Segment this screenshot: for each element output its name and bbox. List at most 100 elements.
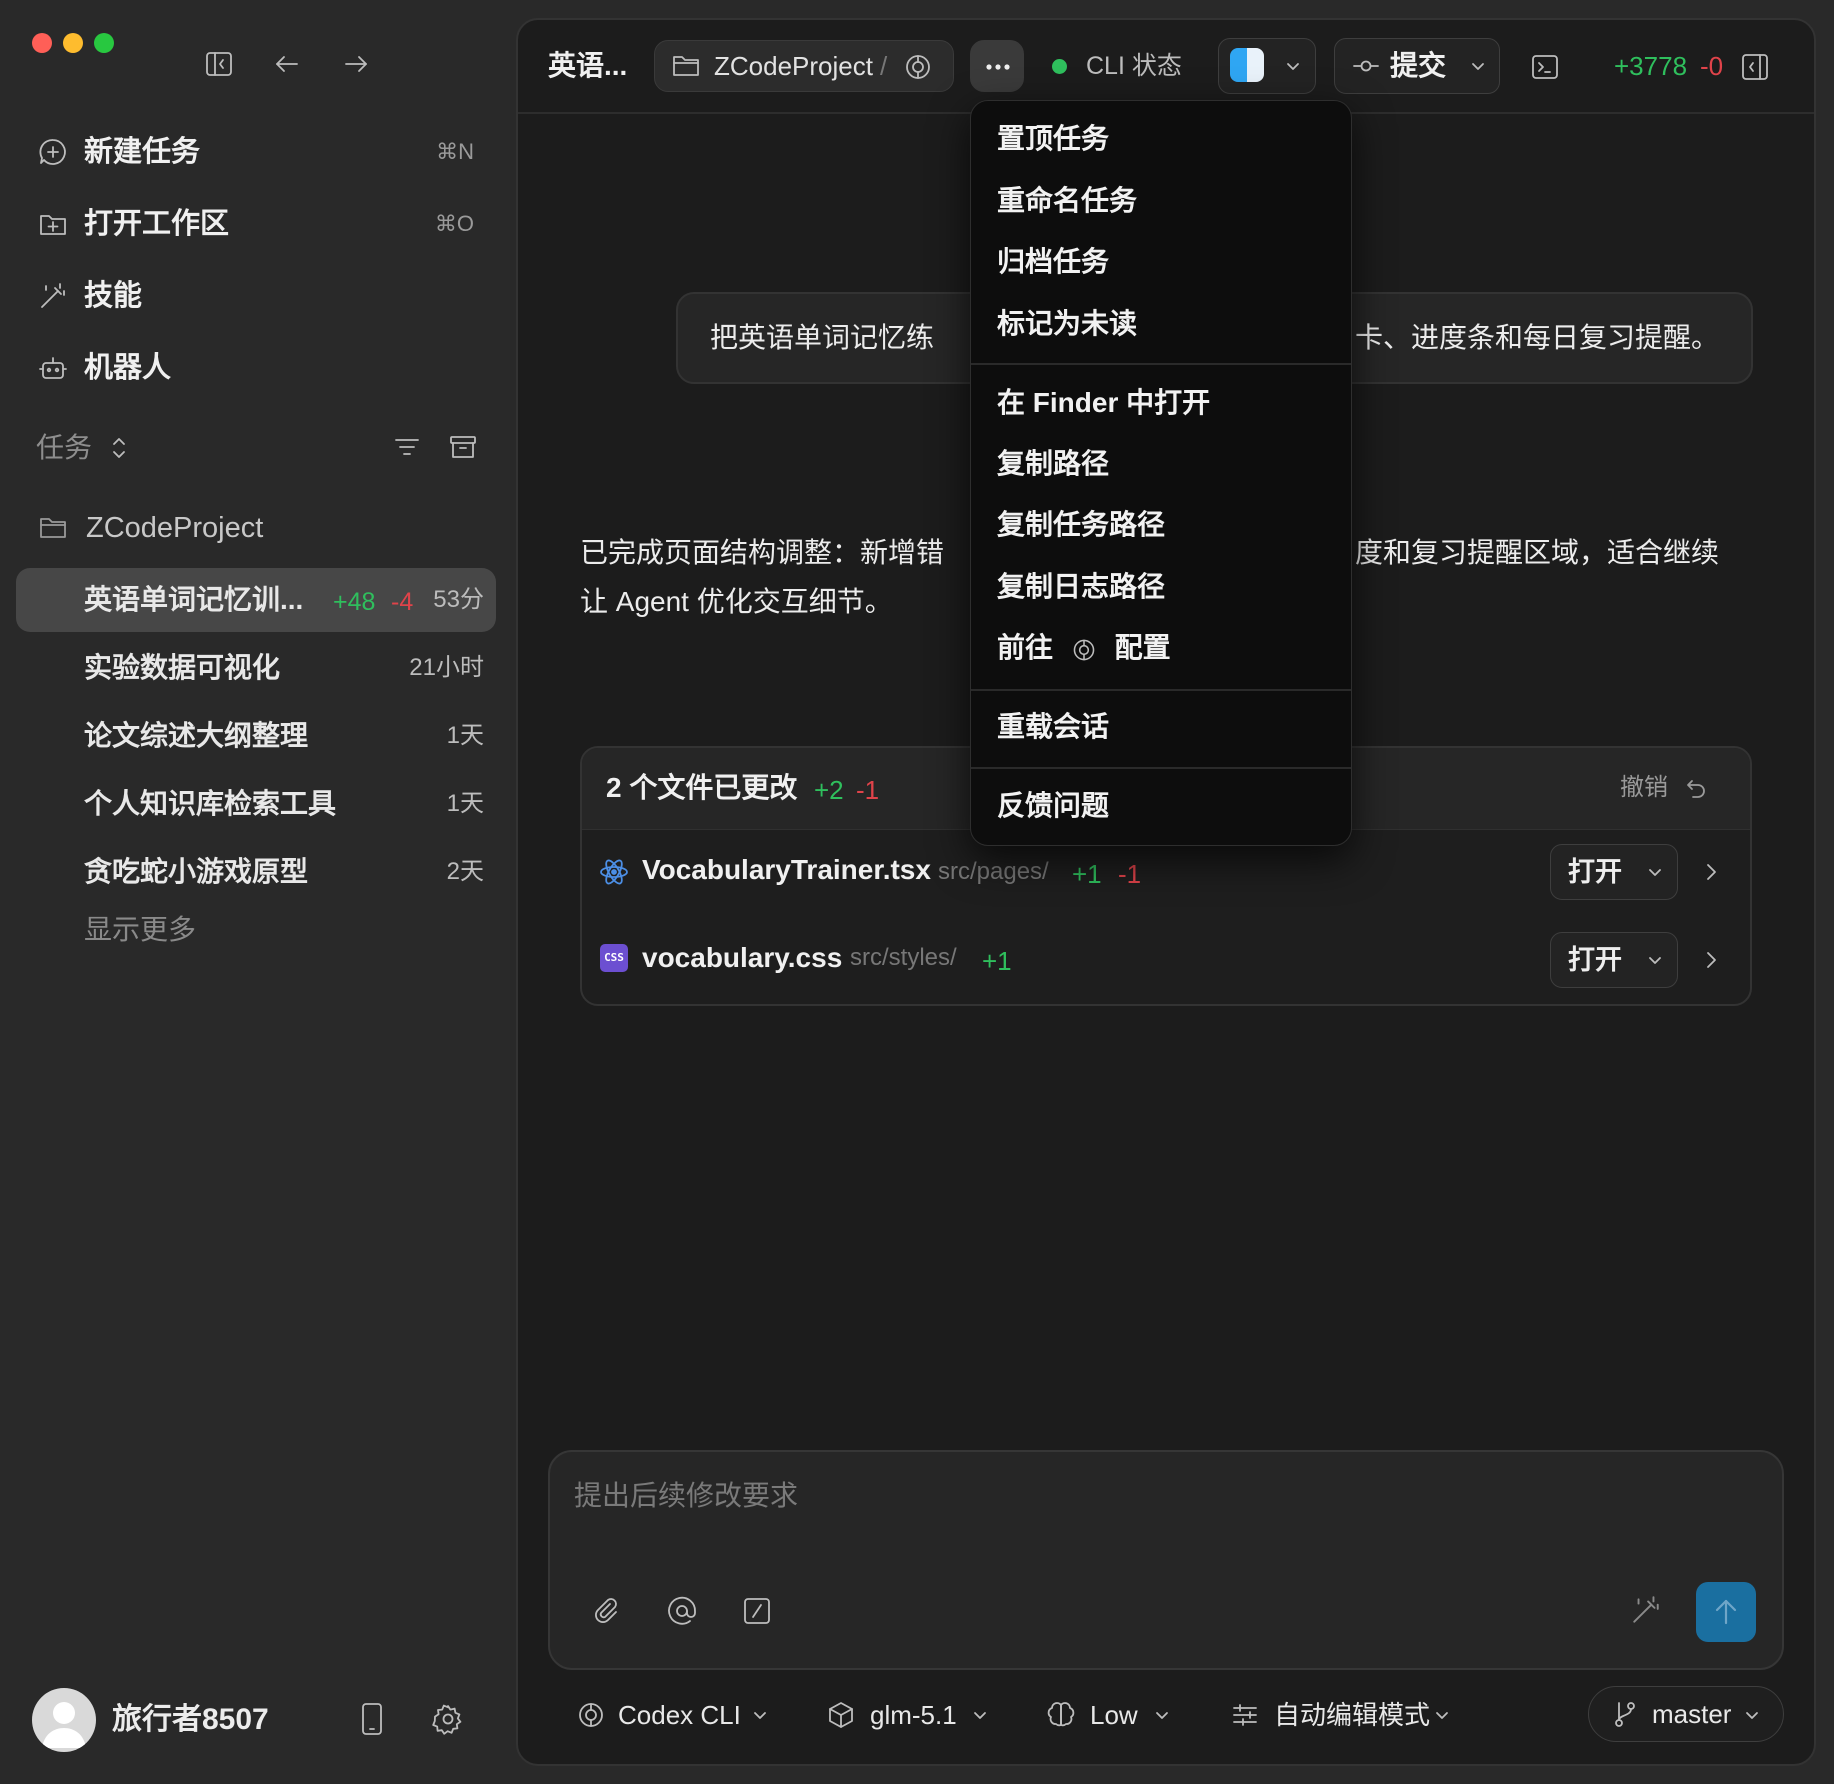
assistant-message-line1-left: 已完成页面结构调整：新增错 xyxy=(580,537,945,568)
avatar[interactable] xyxy=(32,1688,96,1752)
new-chat-icon xyxy=(38,137,68,167)
task-title-header: 英语... xyxy=(548,50,628,81)
open-file-label: 打开 xyxy=(1568,857,1622,887)
more-options-menu: 置顶任务 重命名任务 归档任务 标记为未读 在 Finder 中打开 复制路径 … xyxy=(970,100,1352,846)
menu-item-rename[interactable]: 重命名任务 xyxy=(997,181,1137,221)
breadcrumb-separator: / xyxy=(880,51,888,81)
edit-mode-selector[interactable]: 自动编辑模式 xyxy=(1274,1695,1430,1735)
enhance-prompt-icon[interactable] xyxy=(1630,1594,1662,1626)
project-name[interactable]: ZCodeProject xyxy=(86,508,263,548)
back-arrow-icon[interactable] xyxy=(273,50,301,78)
menu-item-pin[interactable]: 置顶任务 xyxy=(997,119,1109,159)
menu-item-open-finder[interactable]: 在 Finder 中打开 xyxy=(997,383,1210,423)
forward-arrow-icon[interactable] xyxy=(342,50,370,78)
file-name[interactable]: vocabulary.css xyxy=(642,938,842,978)
toggle-sidebar-icon[interactable] xyxy=(205,50,233,78)
agent-selector[interactable]: Codex CLI xyxy=(618,1695,741,1735)
menu-item-copy-task-path[interactable]: 复制任务路径 xyxy=(997,505,1165,545)
chevron-right-icon[interactable] xyxy=(1700,948,1722,972)
task-item[interactable]: 论文综述大纲整理 xyxy=(84,716,384,756)
robot-icon xyxy=(38,353,68,383)
breadcrumb-project[interactable]: ZCodeProject xyxy=(714,46,873,86)
composer-input[interactable]: 提出后续修改要求 xyxy=(574,1476,1674,1516)
file-name[interactable]: VocabularyTrainer.tsx xyxy=(642,850,931,890)
task-item[interactable]: 贪吃蛇小游戏原型 xyxy=(84,852,384,892)
user-name[interactable]: 旅行者8507 xyxy=(112,1700,269,1740)
chevron-down-icon xyxy=(750,1705,770,1725)
filter-icon[interactable] xyxy=(392,432,422,462)
openai-icon[interactable] xyxy=(903,52,933,82)
task-time: 2天 xyxy=(446,858,484,885)
cube-icon xyxy=(826,1700,856,1730)
task-time: 1天 xyxy=(446,790,484,817)
changes-added: +2 xyxy=(814,775,844,805)
task-item[interactable]: 个人知识库检索工具 xyxy=(84,784,384,824)
nav-skills[interactable]: 技能 xyxy=(84,276,142,316)
chevron-down-icon xyxy=(1283,56,1303,76)
header-added: +3778 xyxy=(1614,51,1688,81)
shortcut-open-workspace: ⌘O xyxy=(434,211,474,236)
menu-item-copy-path[interactable]: 复制路径 xyxy=(997,444,1109,484)
chevron-down-icon xyxy=(1645,862,1665,882)
brain-icon xyxy=(1046,1700,1076,1730)
nav-open-workspace[interactable]: 打开工作区 xyxy=(84,204,229,244)
folder-icon xyxy=(671,52,701,80)
send-button[interactable] xyxy=(1696,1582,1756,1642)
model-selector[interactable]: glm-5.1 xyxy=(870,1695,957,1735)
file-added: +1 xyxy=(1072,859,1102,889)
goto-prefix: 前往 xyxy=(997,632,1054,663)
chevron-down-icon xyxy=(1742,1705,1762,1725)
git-branch-icon xyxy=(1610,1699,1640,1729)
file-removed: -1 xyxy=(1118,859,1142,889)
diff-panel-toggle-icon[interactable] xyxy=(1740,52,1770,82)
chevron-down-icon xyxy=(1152,1705,1172,1725)
undo-button[interactable]: 撤销 xyxy=(1620,768,1668,808)
commit-label: 提交 xyxy=(1390,50,1447,81)
maximize-window-button[interactable] xyxy=(94,33,114,53)
cli-status-label[interactable]: CLI 状态 xyxy=(1086,46,1182,86)
chevron-down-icon xyxy=(1432,1705,1452,1725)
shortcut-new-task: ⌘N xyxy=(436,139,474,164)
minimize-window-button[interactable] xyxy=(63,33,83,53)
menu-divider xyxy=(971,767,1351,769)
effort-selector[interactable]: Low xyxy=(1090,1695,1138,1735)
terminal-icon[interactable] xyxy=(1530,52,1560,82)
task-item[interactable]: 实验数据可视化 xyxy=(84,648,384,688)
commit-icon xyxy=(1352,54,1380,78)
task-removed: -4 xyxy=(391,588,414,616)
menu-item-feedback[interactable]: 反馈问题 xyxy=(997,786,1109,826)
task-time: 1天 xyxy=(446,722,484,749)
more-options-button[interactable] xyxy=(970,40,1024,92)
show-more-link[interactable]: 显示更多 xyxy=(84,910,196,950)
menu-item-reload[interactable]: 重载会话 xyxy=(997,707,1109,747)
gear-icon[interactable] xyxy=(432,1703,464,1735)
menu-item-goto-config[interactable]: 前往 配置 xyxy=(997,628,1171,668)
chevron-right-icon[interactable] xyxy=(1700,860,1722,884)
nav-robots[interactable]: 机器人 xyxy=(84,348,171,388)
collapse-chevron-icon[interactable] xyxy=(108,434,130,462)
file-added: +1 xyxy=(982,946,1012,976)
close-window-button[interactable] xyxy=(32,33,52,53)
sliders-icon xyxy=(1230,1700,1260,1730)
user-message-text-right: 卡、进度条和每日复习提醒。 xyxy=(1355,322,1720,353)
tasks-header-label[interactable]: 任务 xyxy=(36,428,92,468)
undo-icon[interactable] xyxy=(1682,776,1708,802)
mention-icon[interactable] xyxy=(666,1595,698,1627)
file-path: src/styles/ xyxy=(850,944,957,971)
menu-item-copy-log-path[interactable]: 复制日志路径 xyxy=(997,567,1165,607)
menu-divider xyxy=(971,689,1351,691)
task-time: 21小时 xyxy=(409,654,484,681)
react-icon xyxy=(598,856,630,888)
menu-item-mark-unread[interactable]: 标记为未读 xyxy=(997,304,1137,344)
task-added: +48 xyxy=(333,588,376,616)
magic-wand-icon xyxy=(38,281,68,311)
slash-command-icon[interactable] xyxy=(742,1596,772,1626)
archive-icon[interactable] xyxy=(448,432,478,462)
attachment-icon[interactable] xyxy=(590,1595,622,1627)
chevron-down-icon xyxy=(1645,950,1665,970)
menu-item-archive[interactable]: 归档任务 xyxy=(997,242,1109,282)
mobile-icon[interactable] xyxy=(358,1702,386,1736)
header-removed: -0 xyxy=(1700,51,1724,81)
nav-new-task[interactable]: 新建任务 xyxy=(84,132,200,172)
chevron-down-icon xyxy=(1468,56,1488,76)
